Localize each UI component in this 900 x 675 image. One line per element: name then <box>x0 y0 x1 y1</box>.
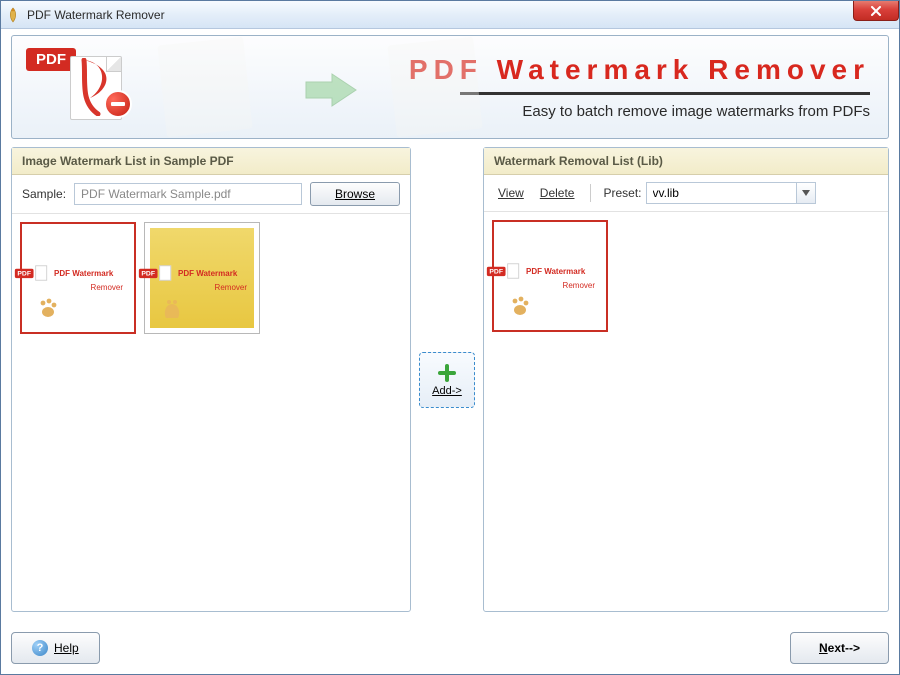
next-button[interactable]: Next--> <box>790 632 889 664</box>
thumb-preview: PDFPDF WatermarkRemover <box>498 226 602 326</box>
sample-path-input[interactable] <box>74 183 302 205</box>
mini-title: PDF Watermark <box>178 270 268 279</box>
watermark-thumb[interactable]: PDFPDF WatermarkRemover <box>20 222 136 334</box>
add-button[interactable]: Add-> <box>419 352 475 408</box>
browse-button[interactable]: Browse <box>310 182 400 206</box>
banner: PDF PDF Watermark Remover Easy to batch … <box>11 35 889 139</box>
mini-subtitle: Remover <box>157 283 247 292</box>
main-area: Image Watermark List in Sample PDF Sampl… <box>11 147 889 612</box>
window-title: PDF Watermark Remover <box>27 8 165 22</box>
titlebar: PDF Watermark Remover <box>1 1 899 29</box>
preset-input[interactable] <box>646 182 796 204</box>
preset-combo <box>646 182 816 204</box>
mini-pdf-chip: PDF <box>487 266 506 275</box>
mini-title: PDF Watermark <box>526 268 616 277</box>
panel-removal-list: Watermark Removal List (Lib) View Delete… <box>483 147 889 612</box>
remove-minus-icon <box>104 90 132 118</box>
mini-pdf-chip: PDF <box>139 268 158 277</box>
title-underline <box>460 92 870 95</box>
view-button[interactable]: View <box>494 186 528 200</box>
panel-sample-watermarks: Image Watermark List in Sample PDF Sampl… <box>11 147 411 612</box>
chevron-down-icon <box>802 190 810 196</box>
preset-label: Preset: <box>603 186 641 200</box>
watermark-thumb[interactable]: PDFPDF WatermarkRemover <box>492 220 608 332</box>
sample-thumb-list: PDFPDF WatermarkRemoverPDFPDF WatermarkR… <box>12 214 410 611</box>
mini-document-icon <box>35 265 47 280</box>
banner-left: PDF <box>12 36 409 138</box>
app-title: PDF Watermark Remover <box>409 54 870 86</box>
removal-toolbar: View Delete Preset: <box>484 175 888 212</box>
sample-label: Sample: <box>22 187 66 201</box>
pdf-badge-icon: PDF <box>26 44 146 130</box>
ghost-page-icon <box>157 37 252 137</box>
add-button-label: Add-> <box>432 385 462 397</box>
thumb-preview: PDFPDF WatermarkRemover <box>26 228 130 328</box>
thumb-preview: PDFPDF WatermarkRemover <box>150 228 254 328</box>
sample-toolbar: Sample: Browse <box>12 175 410 214</box>
mini-pdf-chip: PDF <box>15 268 34 277</box>
center-column: Add-> <box>411 147 483 612</box>
browse-button-label: Browse <box>335 187 375 201</box>
panel-sample-header: Image Watermark List in Sample PDF <box>12 148 410 175</box>
footer: ? Help Next--> <box>11 632 889 664</box>
close-icon <box>870 6 882 16</box>
hand-icon <box>160 296 184 320</box>
paw-icon <box>36 296 60 320</box>
arrow-right-icon <box>302 70 360 113</box>
ghost-page-icon <box>387 37 482 137</box>
close-button[interactable] <box>853 1 899 21</box>
preset-dropdown-button[interactable] <box>796 182 816 204</box>
app-window: PDF Watermark Remover PDF <box>0 0 900 675</box>
mini-subtitle: Remover <box>33 283 123 292</box>
pdf-badge-label: PDF <box>26 48 76 71</box>
preset-group: Preset: <box>603 182 815 204</box>
mini-pdf-icon: PDF <box>139 265 171 280</box>
next-button-label: Next--> <box>819 641 860 655</box>
panel-removal-header: Watermark Removal List (Lib) <box>484 148 888 175</box>
delete-button[interactable]: Delete <box>536 186 579 200</box>
mini-document-icon <box>159 265 171 280</box>
mini-pdf-icon: PDF <box>15 265 47 280</box>
mini-title: PDF Watermark <box>54 270 144 279</box>
help-button-label: Help <box>54 641 79 655</box>
help-icon: ? <box>32 640 48 656</box>
help-button[interactable]: ? Help <box>11 632 100 664</box>
mini-pdf-icon: PDF <box>487 263 519 278</box>
removal-thumb-list: PDF PDF Watermark Remover <box>484 212 888 611</box>
plus-icon <box>437 363 457 383</box>
paw-icon <box>508 294 532 318</box>
mini-subtitle: Remover <box>505 281 595 290</box>
app-icon <box>5 7 21 23</box>
toolbar-divider <box>590 184 591 202</box>
mini-document-icon <box>507 263 519 278</box>
tagline: Easy to batch remove image watermarks fr… <box>522 103 870 120</box>
watermark-thumb[interactable]: PDFPDF WatermarkRemover <box>144 222 260 334</box>
